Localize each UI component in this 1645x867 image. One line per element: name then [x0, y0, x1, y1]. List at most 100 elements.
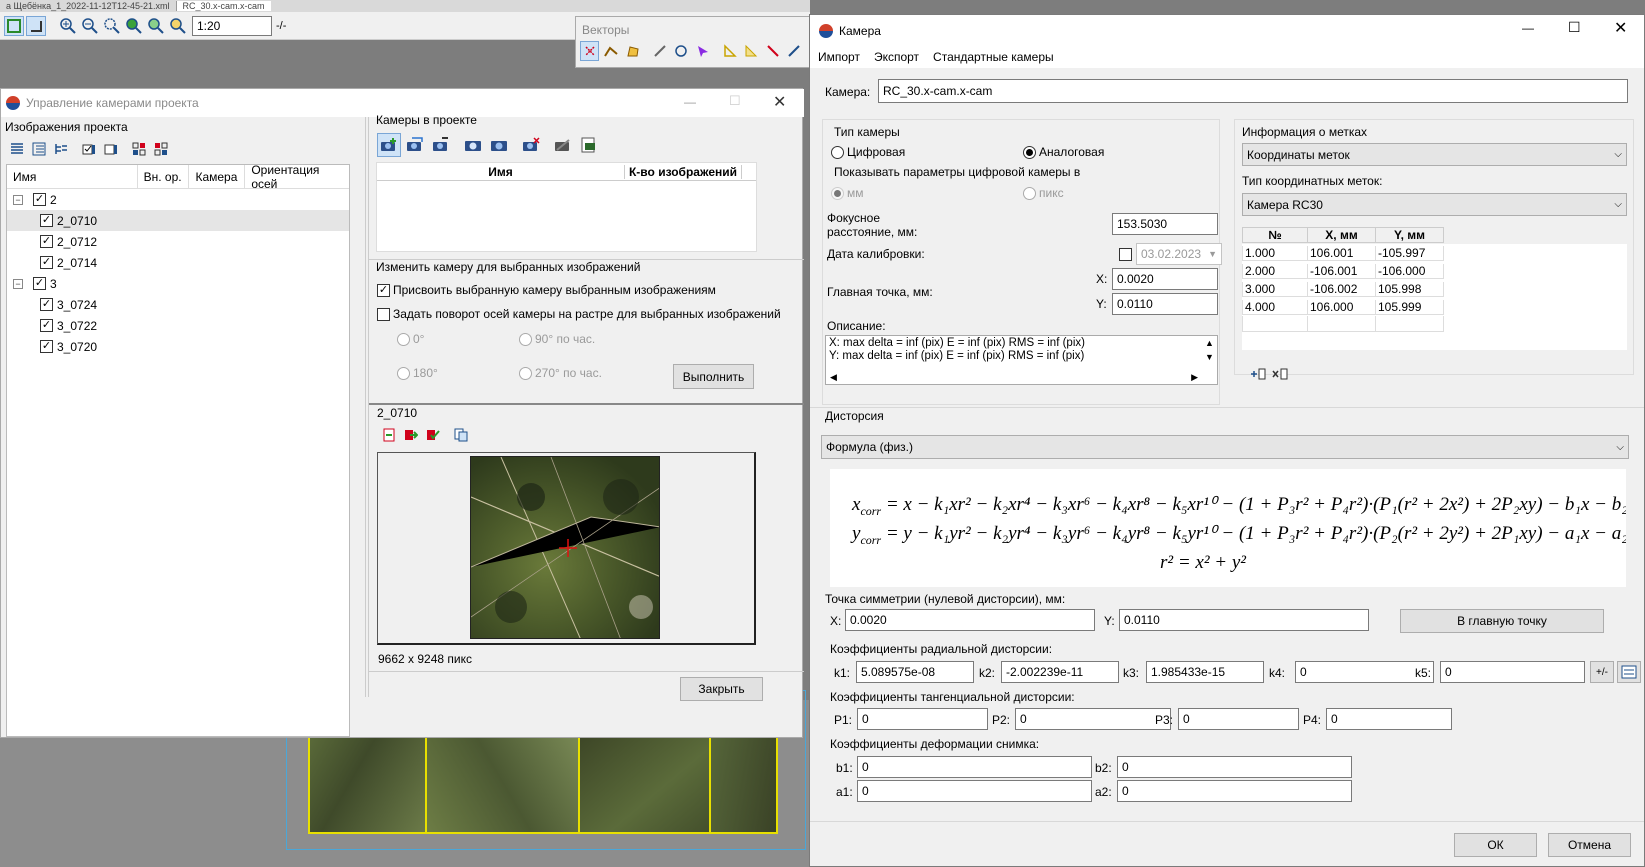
tree-row[interactable]: ✓ 2_0710 — [7, 210, 349, 231]
sym-x-input[interactable]: 0.0020 — [845, 609, 1095, 631]
rot270-radio[interactable] — [519, 366, 532, 380]
analog-option[interactable]: Аналоговая — [1023, 145, 1104, 159]
dist-select[interactable]: Формула (физ.) ⌵ — [821, 435, 1629, 459]
zoom-window-icon[interactable] — [102, 16, 122, 36]
vector-polygon-icon[interactable] — [623, 41, 642, 61]
delete-row-icon[interactable] — [1270, 364, 1290, 384]
cancel-button[interactable]: Отмена — [1548, 833, 1631, 857]
p2-input[interactable]: 0 — [1015, 708, 1171, 730]
k2-input[interactable]: -2.002239e-11 — [1001, 661, 1119, 683]
digital-option[interactable]: Цифровая — [831, 145, 905, 159]
rot90-option[interactable]: 90° по час. — [519, 332, 595, 346]
p1-input[interactable]: 0 — [857, 708, 988, 730]
close-button[interactable]: Закрыть — [680, 677, 763, 701]
vector-select-icon[interactable] — [693, 41, 712, 61]
rotate-option[interactable]: Задать поворот осей камеры на растре для… — [377, 307, 781, 321]
horizontal-scrollbar[interactable]: ◀ ▶ — [826, 370, 1202, 384]
tree-row[interactable]: − ✓ 2 — [7, 189, 349, 210]
tree-row[interactable]: ✓ 2_0712 — [7, 231, 349, 252]
images-tree[interactable]: Имя Вн. ор. Камера Ориентация осей − ✓ 2… — [6, 163, 350, 737]
tree-row[interactable]: ✓ 2_0714 — [7, 252, 349, 273]
list-view-icon[interactable] — [7, 139, 27, 159]
doc-tab-2[interactable]: RC_30.x-cam.x-cam — [176, 1, 271, 11]
tree-checkbox[interactable]: ✓ — [33, 193, 46, 206]
table-cell[interactable]: 3.000 — [1242, 281, 1308, 297]
cams-table[interactable]: Имя К-во изображений — [376, 162, 757, 252]
scroll-right-icon[interactable]: ▶ — [1191, 372, 1198, 383]
desc-textarea[interactable]: X: max delta = inf (pix) E = inf (pix) R… — [825, 335, 1218, 385]
tree-checkbox[interactable]: ✓ — [33, 277, 46, 290]
collapse-icon[interactable]: − — [13, 278, 23, 289]
table-cell[interactable]: 1.000 — [1242, 245, 1308, 261]
tree-row[interactable]: − ✓ 3 — [7, 273, 349, 294]
cams-col-name[interactable]: Имя — [377, 164, 625, 179]
rot180-radio[interactable] — [397, 366, 410, 380]
marks-col-no[interactable]: № — [1242, 227, 1308, 243]
calib-date[interactable]: 03.02.2023 ▼ — [1119, 243, 1222, 265]
vertical-scrollbar[interactable]: ▲ ▼ — [1202, 336, 1217, 370]
assign-checkbox[interactable]: ✓ — [377, 283, 390, 297]
ppx-input[interactable]: 0.0020 — [1112, 268, 1218, 290]
uncheck-all-icon[interactable] — [101, 139, 121, 159]
vector-rotate-icon[interactable] — [672, 41, 691, 61]
vector-angle-icon[interactable] — [720, 41, 739, 61]
vector-polyline-icon[interactable] — [601, 41, 620, 61]
rot270-option[interactable]: 270° по час. — [519, 366, 602, 380]
a2-input[interactable]: 0 — [1117, 780, 1352, 802]
preview-next-icon[interactable] — [401, 425, 421, 445]
tree-row[interactable]: ✓ 3_0724 — [7, 294, 349, 315]
table-row-empty[interactable] — [1242, 316, 1627, 332]
scale-lock-icon[interactable]: -/- — [276, 20, 286, 32]
camera-info-icon[interactable] — [487, 133, 511, 157]
rotate-checkbox[interactable] — [377, 307, 390, 321]
p4-input[interactable]: 0 — [1326, 708, 1452, 730]
p3-input[interactable]: 0 — [1178, 708, 1299, 730]
tree-checkbox[interactable]: ✓ — [40, 298, 53, 311]
menu-import[interactable]: Импорт — [818, 50, 860, 64]
table-row[interactable]: 3.000 -106.002 105.998 — [1242, 280, 1627, 298]
rot90-radio[interactable] — [519, 332, 532, 346]
table-cell[interactable]: -105.997 — [1376, 245, 1444, 261]
k3-input[interactable]: 1.985433e-15 — [1146, 661, 1264, 683]
preview-area[interactable] — [377, 452, 756, 645]
camera-report-icon[interactable] — [577, 133, 601, 157]
pix-radio[interactable] — [1023, 186, 1036, 200]
camera-from-file-icon[interactable] — [403, 133, 427, 157]
k4-input[interactable]: 0 — [1295, 661, 1434, 683]
digital-radio[interactable] — [831, 145, 844, 159]
sym-y-input[interactable]: 0.0110 — [1119, 609, 1369, 631]
pix-option[interactable]: пикс — [1023, 186, 1064, 200]
k5-input[interactable]: 0 — [1440, 661, 1585, 683]
preview-fit-icon[interactable] — [379, 425, 399, 445]
marks-col-y[interactable]: Y, мм — [1376, 227, 1444, 243]
vertical-splitter[interactable] — [365, 117, 369, 697]
calc-coeffs-icon[interactable] — [1617, 661, 1641, 683]
minimize-icon[interactable]: — — [684, 95, 696, 109]
assign-option[interactable]: ✓ Присвоить выбранную камеру выбранным и… — [377, 283, 716, 297]
close-icon[interactable]: ✕ — [1614, 18, 1627, 38]
tree-checkbox[interactable]: ✓ — [40, 340, 53, 353]
select-checked-icon[interactable] — [129, 139, 149, 159]
table-cell[interactable]: -106.001 — [1308, 263, 1376, 279]
table-row[interactable]: 2.000 -106.001 -106.000 — [1242, 262, 1627, 280]
menu-standard-cameras[interactable]: Стандартные камеры — [933, 50, 1054, 64]
scroll-up-icon[interactable]: ▲ — [1202, 336, 1217, 350]
maximize-icon[interactable]: ☐ — [729, 93, 741, 109]
vector-edit-icon[interactable] — [650, 41, 669, 61]
rot0-radio[interactable] — [397, 332, 410, 346]
mm-radio[interactable] — [831, 186, 844, 200]
zoom-layer-icon[interactable] — [146, 16, 166, 36]
doc-tab-1[interactable]: а Щебёнка_1_2022-11-12T12-45-21.xml — [0, 1, 177, 11]
ppy-input[interactable]: 0.0110 — [1112, 293, 1218, 315]
table-cell[interactable]: 106.001 — [1308, 245, 1376, 261]
snap-icon[interactable] — [4, 15, 24, 36]
camera-name-input[interactable]: RC_30.x-cam.x-cam — [878, 79, 1628, 103]
b2-input[interactable]: 0 — [1117, 756, 1352, 778]
vector-points-icon[interactable] — [580, 41, 600, 61]
table-cell[interactable]: 105.998 — [1376, 281, 1444, 297]
tree-checkbox[interactable]: ✓ — [40, 235, 53, 248]
zoom-extent-icon[interactable] — [124, 16, 144, 36]
marks-select[interactable]: Координаты меток ⌵ — [1242, 143, 1627, 166]
tree-checkbox[interactable]: ✓ — [40, 319, 53, 332]
camera-library-icon[interactable] — [461, 133, 485, 157]
